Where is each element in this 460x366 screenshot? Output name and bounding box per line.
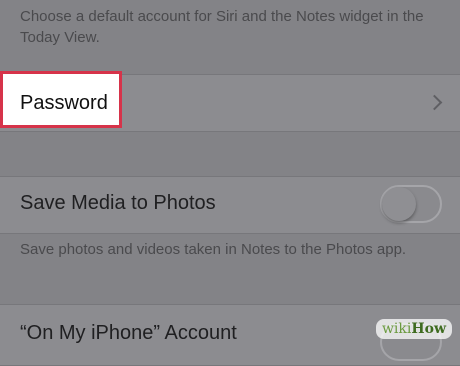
watermark-how: How	[411, 321, 446, 337]
chevron-right-icon	[426, 94, 443, 111]
watermark-wiki: wiki	[381, 321, 412, 337]
on-my-iphone-label: “On My iPhone” Account	[20, 322, 237, 344]
password-highlight[interactable]: Password	[0, 71, 122, 128]
password-highlight-label: Password	[20, 92, 108, 114]
save-media-toggle[interactable]	[380, 185, 442, 223]
save-media-row: Save Media to Photos	[0, 176, 460, 234]
wikihow-watermark: wikiHow	[375, 319, 452, 339]
save-media-footnote: Save photos and videos taken in Notes to…	[20, 241, 407, 258]
toggle-knob	[382, 187, 416, 221]
default-account-footnote: Choose a default account for Siri and th…	[20, 8, 424, 46]
save-media-label: Save Media to Photos	[20, 192, 216, 214]
